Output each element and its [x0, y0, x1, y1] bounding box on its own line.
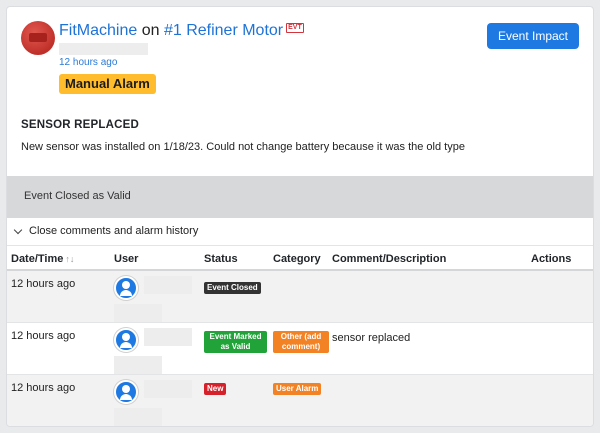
row-date: 12 hours ago: [11, 278, 76, 290]
history-toggle[interactable]: Close comments and alarm history: [12, 225, 198, 237]
col-user: User: [114, 253, 139, 265]
history-table: Date/Time ↑↓ User Status Category Comment…: [7, 245, 593, 426]
user-icon: [114, 276, 138, 300]
device-link[interactable]: FitMachine: [59, 22, 137, 39]
asset-link[interactable]: #1 Refiner Motor: [164, 22, 283, 39]
status-badge: New: [204, 383, 227, 395]
user-icon: [114, 380, 138, 404]
col-date[interactable]: Date/Time ↑↓: [11, 253, 74, 265]
history-toggle-label: Close comments and alarm history: [29, 225, 199, 237]
event-time: 12 hours ago: [59, 57, 118, 68]
user-detail-placeholder: [114, 408, 162, 426]
site-placeholder: [59, 43, 148, 55]
user-detail-placeholder: [114, 304, 162, 322]
user-name-placeholder: [144, 380, 192, 398]
event-status-text: Event Closed as Valid: [24, 190, 131, 202]
status-badge: Event Marked as Valid: [204, 331, 267, 353]
event-description: New sensor was installed on 1/18/23. Cou…: [21, 141, 465, 153]
event-heading: SENSOR REPLACED: [21, 119, 140, 131]
sort-icon[interactable]: ↑↓: [65, 254, 74, 264]
user-name-placeholder: [144, 276, 192, 294]
event-title: FitMachine on #1 Refiner Motor EVT: [59, 21, 304, 41]
table-row: 12 hours ago New User Alarm: [7, 375, 593, 426]
device-avatar: [21, 21, 55, 55]
category-badge: User Alarm: [273, 383, 322, 395]
event-impact-button[interactable]: Event Impact: [486, 23, 579, 49]
col-actions: Actions: [531, 253, 572, 265]
row-date: 12 hours ago: [11, 382, 76, 394]
user-detail-placeholder: [114, 356, 162, 374]
event-card: FitMachine on #1 Refiner Motor EVT 12 hou…: [6, 6, 594, 427]
col-comment: Comment/Description: [332, 253, 447, 265]
alarm-type-badge: Manual Alarm: [59, 74, 156, 94]
user-name-placeholder: [144, 328, 192, 346]
table-row: 12 hours ago Event Marked as Valid Other…: [7, 323, 593, 375]
col-status: Status: [204, 253, 238, 265]
table-row: 12 hours ago Event Closed: [7, 271, 593, 323]
table-header: Date/Time ↑↓ User Status Category Comment…: [7, 245, 593, 271]
row-date: 12 hours ago: [11, 330, 76, 342]
evt-badge: EVT: [286, 23, 304, 33]
event-status-bar: Event Closed as Valid: [7, 176, 593, 218]
category-badge: Other (add comment): [273, 331, 329, 353]
user-icon: [114, 328, 138, 352]
row-comment: sensor replaced: [332, 332, 411, 344]
title-connector: on: [141, 22, 160, 39]
col-category: Category: [273, 253, 321, 265]
chevron-down-icon: [13, 225, 23, 234]
status-badge: Event Closed: [204, 282, 261, 294]
